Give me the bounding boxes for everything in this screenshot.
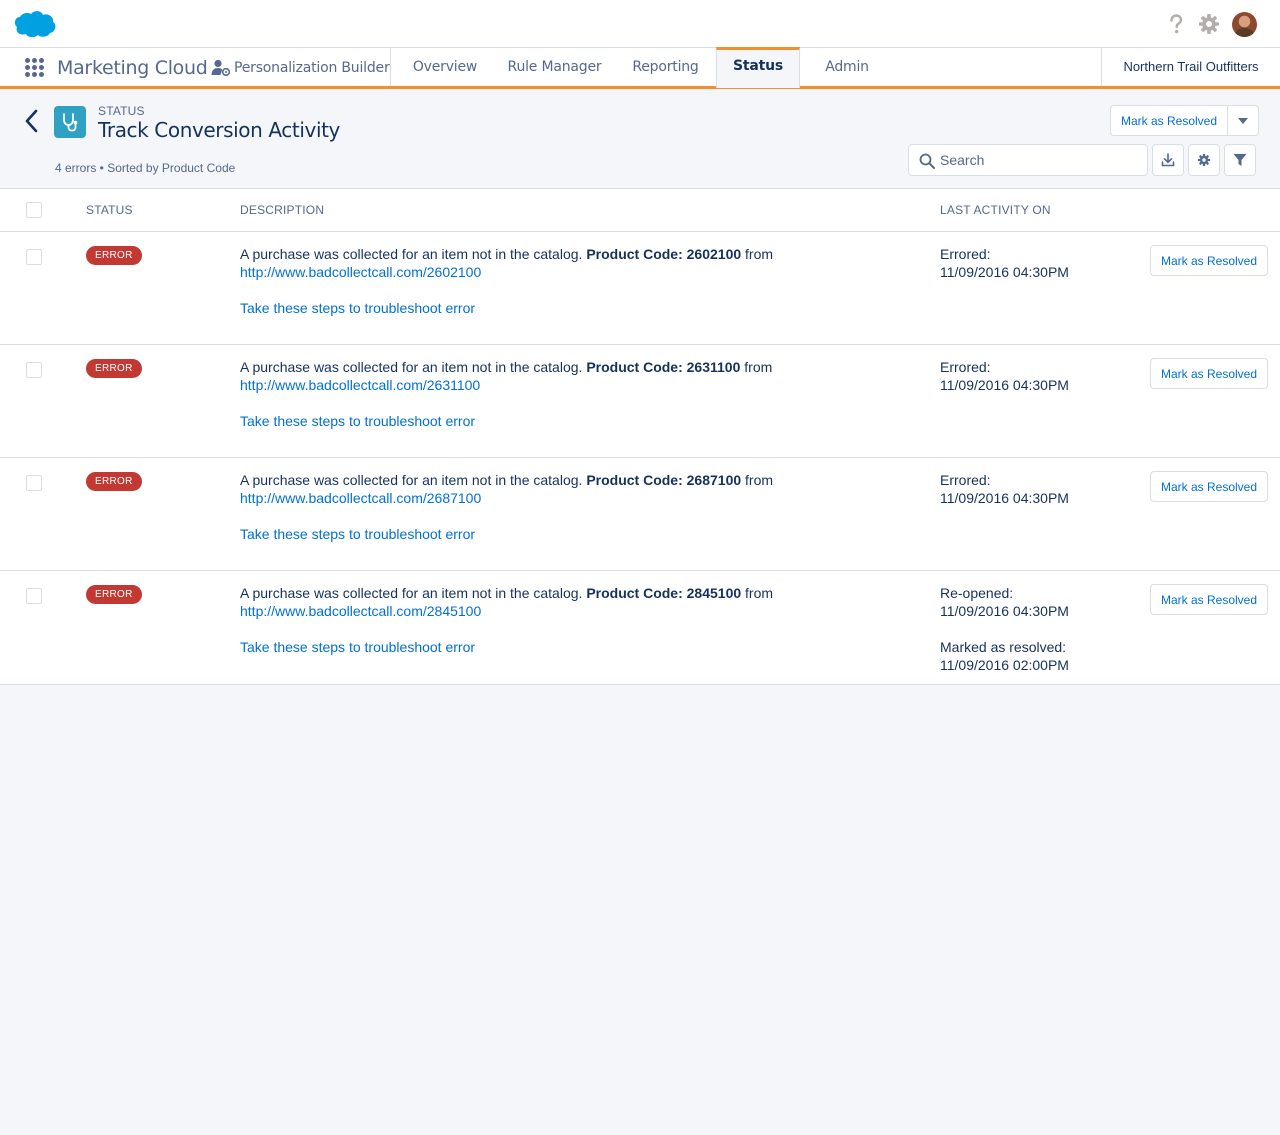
search-input[interactable]	[940, 145, 1140, 175]
last-activity: Errored: 11/09/2016 04:30PM	[940, 358, 1069, 394]
column-header-status[interactable]: STATUS	[86, 203, 133, 217]
stethoscope-icon	[54, 106, 86, 138]
resolved-label: Marked as resolved:	[940, 639, 1067, 655]
search-icon	[919, 153, 935, 169]
personalization-builder-icon	[211, 59, 231, 77]
troubleshoot-link[interactable]: Take these steps to troubleshoot error	[240, 638, 475, 656]
product-code: Product Code: 2631100	[586, 359, 741, 375]
source-url-link[interactable]: http://www.badcollectcall.com/2631100	[240, 377, 480, 393]
chevron-down-icon	[1238, 118, 1248, 124]
row-checkbox[interactable]	[26, 249, 42, 265]
activity-spacer	[940, 620, 1069, 638]
back-arrow-icon[interactable]	[20, 108, 42, 134]
troubleshoot-link[interactable]: Take these steps to troubleshoot error	[240, 299, 475, 317]
description-text: A purchase was collected for an item not…	[240, 472, 583, 488]
description-suffix: from	[745, 246, 774, 262]
mark-as-resolved-button[interactable]: Mark as Resolved	[1150, 471, 1268, 502]
error-badge: ERROR	[86, 472, 142, 491]
last-activity: Errored: 11/09/2016 04:30PM	[940, 471, 1069, 507]
source-url-link[interactable]: http://www.badcollectcall.com/2687100	[240, 490, 481, 506]
table-row: ERROR A purchase was collected for an it…	[0, 458, 1280, 571]
gear-icon[interactable]	[1197, 12, 1221, 36]
product-label[interactable]: Personalization Builder	[234, 60, 390, 76]
column-header-last-activity[interactable]: LAST ACTIVITY ON	[940, 203, 1051, 217]
activity-date: 11/09/2016 04:30PM	[940, 490, 1069, 506]
search-box[interactable]	[908, 144, 1148, 176]
table-row: ERROR A purchase was collected for an it…	[0, 345, 1280, 458]
filter-icon	[1233, 154, 1247, 166]
error-badge: ERROR	[86, 246, 142, 265]
user-avatar[interactable]	[1232, 12, 1257, 37]
description-text: A purchase was collected for an item not…	[240, 585, 583, 601]
troubleshoot-link[interactable]: Take these steps to troubleshoot error	[240, 525, 475, 543]
source-url-link[interactable]: http://www.badcollectcall.com/2602100	[240, 264, 481, 280]
table-header: STATUS DESCRIPTION LAST ACTIVITY ON	[0, 189, 1280, 232]
tab-reporting[interactable]: Reporting	[617, 48, 714, 86]
activity-label: Re-opened:	[940, 585, 1014, 601]
activity-label: Errored:	[940, 246, 991, 262]
product-code: Product Code: 2845100	[586, 585, 742, 601]
description-text: A purchase was collected for an item not…	[240, 359, 583, 375]
mark-as-resolved-button[interactable]: Mark as Resolved	[1150, 245, 1268, 276]
app-launcher-icon[interactable]	[25, 58, 45, 78]
mark-as-resolved-button[interactable]: Mark as Resolved	[1150, 358, 1268, 389]
mark-as-resolved-button[interactable]: Mark as Resolved	[1150, 584, 1268, 615]
table-row: ERROR A purchase was collected for an it…	[0, 232, 1280, 345]
salesforce-logo-icon[interactable]	[14, 10, 56, 38]
row-description: A purchase was collected for an item not…	[240, 245, 880, 281]
row-checkbox[interactable]	[26, 362, 42, 378]
more-actions-button[interactable]	[1228, 105, 1259, 136]
product-code: Product Code: 2602100	[586, 246, 742, 262]
row-checkbox[interactable]	[26, 588, 42, 604]
activity-date: 11/09/2016 04:30PM	[940, 377, 1069, 393]
gear-icon	[1197, 153, 1211, 167]
list-meta-text: 4 errors • Sorted by Product Code	[55, 161, 236, 175]
filter-button[interactable]	[1224, 144, 1256, 176]
source-url-link[interactable]: http://www.badcollectcall.com/2845100	[240, 603, 481, 619]
column-header-description[interactable]: DESCRIPTION	[240, 203, 324, 217]
error-badge: ERROR	[86, 585, 142, 604]
page-title: Track Conversion Activity	[98, 118, 340, 142]
global-header	[0, 0, 1280, 48]
description-suffix: from	[745, 585, 774, 601]
download-button[interactable]	[1152, 144, 1184, 176]
help-icon[interactable]	[1164, 12, 1188, 36]
tab-admin[interactable]: Admin	[804, 48, 890, 86]
description-suffix: from	[744, 359, 773, 375]
last-activity: Re-opened: 11/09/2016 04:30PM Marked as …	[940, 584, 1069, 674]
row-description: A purchase was collected for an item not…	[240, 358, 880, 394]
mark-all-resolved-button[interactable]: Mark as Resolved	[1110, 105, 1228, 136]
select-all-checkbox[interactable]	[26, 202, 42, 218]
description-suffix: from	[745, 472, 774, 488]
page-eyebrow: STATUS	[98, 104, 145, 118]
app-nav-bar: Marketing Cloud Personalization Builder …	[0, 47, 1280, 89]
tab-status[interactable]: Status	[716, 47, 800, 88]
last-activity: Errored: 11/09/2016 04:30PM	[940, 245, 1069, 281]
tab-rule-manager[interactable]: Rule Manager	[496, 48, 613, 86]
header-button-group: Mark as Resolved	[1110, 105, 1259, 136]
tab-overview[interactable]: Overview	[398, 48, 492, 86]
download-icon	[1161, 153, 1175, 167]
activity-label: Errored:	[940, 359, 991, 375]
row-checkbox[interactable]	[26, 475, 42, 491]
resolved-date: 11/09/2016 02:00PM	[940, 657, 1069, 673]
table-row: ERROR A purchase was collected for an it…	[0, 571, 1280, 684]
org-switcher[interactable]: Northern Trail Outfitters	[1101, 48, 1280, 86]
product-code: Product Code: 2687100	[586, 472, 742, 488]
row-description: A purchase was collected for an item not…	[240, 471, 880, 507]
row-description: A purchase was collected for an item not…	[240, 584, 880, 620]
description-text: A purchase was collected for an item not…	[240, 246, 583, 262]
error-badge: ERROR	[86, 359, 142, 378]
troubleshoot-link[interactable]: Take these steps to troubleshoot error	[240, 412, 475, 430]
activity-label: Errored:	[940, 472, 991, 488]
nav-divider	[390, 48, 391, 86]
activity-date: 11/09/2016 04:30PM	[940, 603, 1069, 619]
activity-date: 11/09/2016 04:30PM	[940, 264, 1069, 280]
errors-table: STATUS DESCRIPTION LAST ACTIVITY ON ERRO…	[0, 188, 1280, 685]
settings-button[interactable]	[1188, 144, 1220, 176]
app-name: Marketing Cloud	[57, 57, 208, 79]
